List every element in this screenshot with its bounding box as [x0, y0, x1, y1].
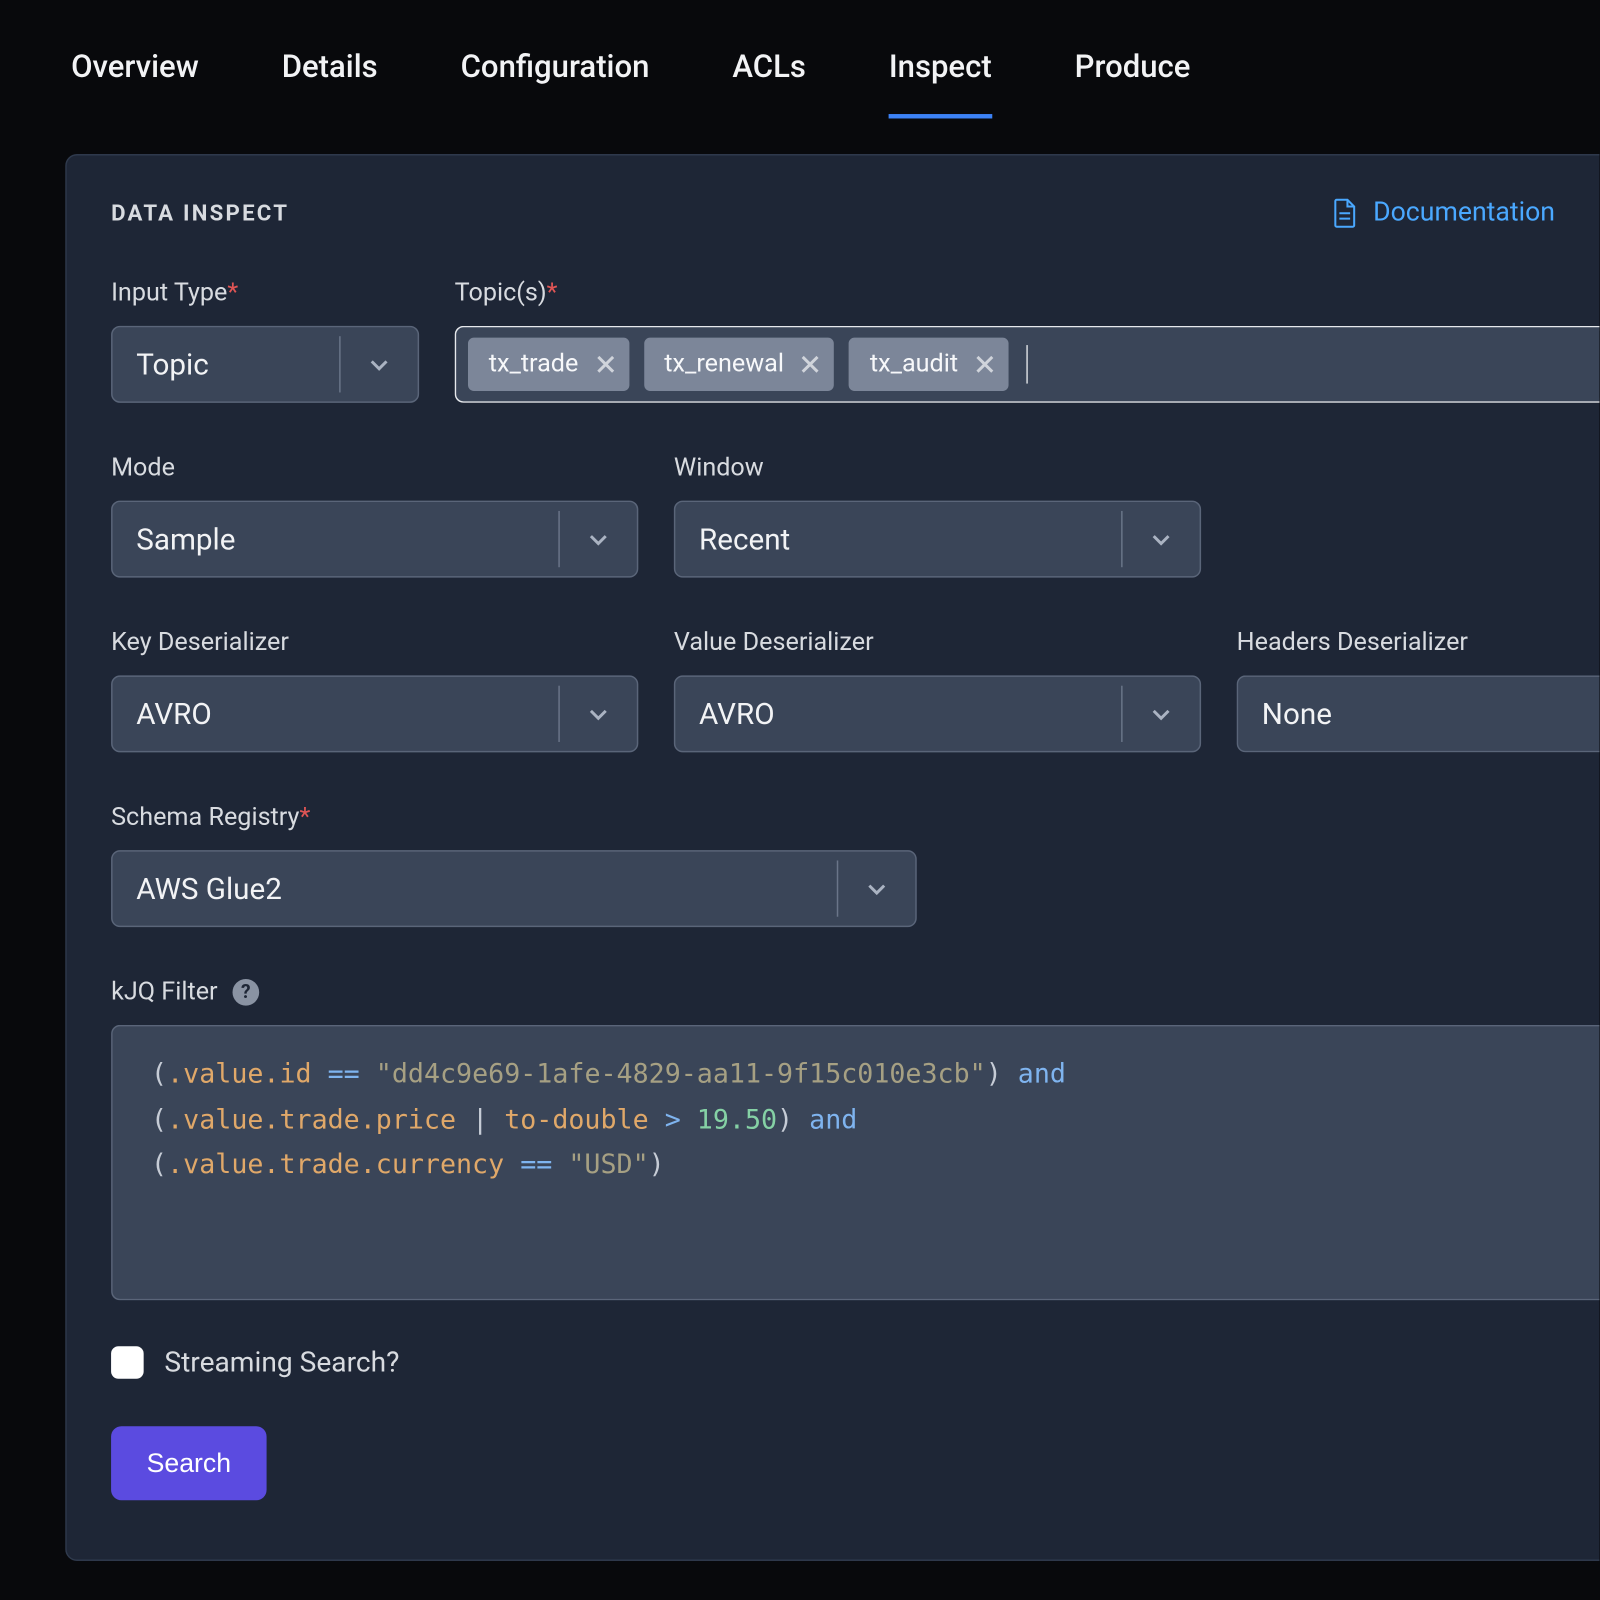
close-icon[interactable]	[976, 355, 994, 373]
key-deser-label: Key Deserializer	[111, 628, 638, 658]
input-type-label: Input Type*	[111, 278, 419, 308]
tab-produce[interactable]: Produce	[1075, 50, 1191, 118]
tab-overview[interactable]: Overview	[71, 50, 199, 118]
inspect-panel: DATA INSPECT Documentation Input Type* T…	[65, 154, 1599, 1561]
key-deser-select[interactable]: AVRO	[111, 675, 638, 752]
topic-chip[interactable]: tx_trade	[468, 338, 629, 391]
val-deser-label: Value Deserializer	[674, 628, 1201, 658]
tab-bar: Overview Details Configuration ACLs Insp…	[0, 0, 1599, 118]
tab-details[interactable]: Details	[282, 50, 378, 118]
help-icon[interactable]: ?	[232, 979, 259, 1006]
hdr-deser-select[interactable]: None	[1237, 675, 1600, 752]
panel-title: DATA INSPECT	[111, 199, 289, 226]
chevron-down-icon	[865, 877, 889, 901]
hdr-deser-label: Headers Deserializer	[1237, 628, 1600, 658]
text-cursor	[1026, 345, 1027, 384]
topics-label: Topic(s)*	[455, 278, 1600, 308]
chevron-down-icon	[586, 702, 610, 726]
filter-label: kJQ Filter	[111, 977, 218, 1007]
tab-configuration[interactable]: Configuration	[461, 50, 650, 118]
chevron-down-icon	[1149, 527, 1173, 551]
topic-chip[interactable]: tx_renewal	[644, 338, 835, 391]
val-deser-select[interactable]: AVRO	[674, 675, 1201, 752]
documentation-link[interactable]: Documentation	[1332, 197, 1555, 228]
code-line: (.value.id == "dd4c9e69-1afe-4829-aa11-9…	[151, 1053, 1561, 1098]
documentation-link-label: Documentation	[1373, 197, 1555, 228]
streaming-label: Streaming Search?	[164, 1345, 399, 1379]
code-line: (.value.trade.currency == "USD")	[151, 1144, 1561, 1189]
chevron-down-icon	[586, 527, 610, 551]
input-type-select[interactable]: Topic	[111, 326, 419, 403]
schema-reg-label: Schema Registry*	[111, 803, 917, 833]
search-button[interactable]: Search	[111, 1426, 267, 1500]
window-select[interactable]: Recent	[674, 501, 1201, 578]
topic-chip[interactable]: tx_audit	[849, 338, 1008, 391]
chevron-down-icon	[367, 352, 391, 376]
close-icon[interactable]	[596, 355, 614, 373]
tab-inspect[interactable]: Inspect	[889, 50, 992, 118]
chevron-down-icon	[1149, 702, 1173, 726]
schema-reg-select[interactable]: AWS Glue2	[111, 850, 917, 927]
mode-label: Mode	[111, 453, 638, 483]
document-icon	[1332, 198, 1359, 228]
filter-code-input[interactable]: (.value.id == "dd4c9e69-1afe-4829-aa11-9…	[111, 1025, 1599, 1300]
window-label: Window	[674, 453, 1201, 483]
topics-input[interactable]: tx_trade tx_renewal tx_audit	[455, 326, 1600, 403]
mode-select[interactable]: Sample	[111, 501, 638, 578]
streaming-checkbox[interactable]	[111, 1345, 144, 1378]
tab-acls[interactable]: ACLs	[732, 50, 806, 118]
code-line: (.value.trade.price | to-double > 19.50)…	[151, 1098, 1561, 1143]
close-icon[interactable]	[802, 355, 820, 373]
